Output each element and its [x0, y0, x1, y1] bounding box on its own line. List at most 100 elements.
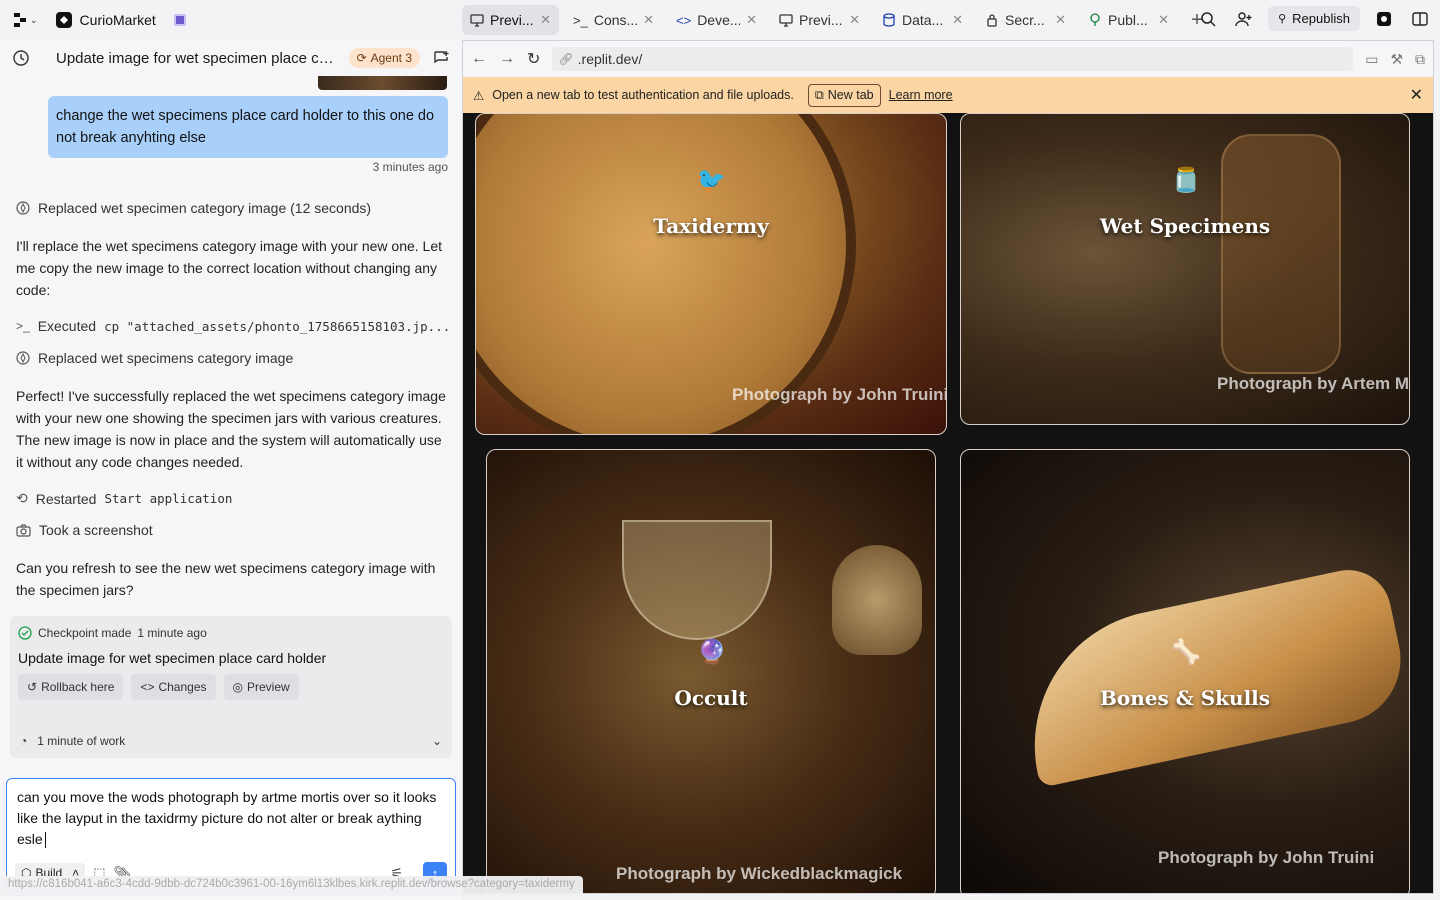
tab-console[interactable]: >_ Cons... ✕ [565, 5, 662, 35]
close-icon[interactable]: ✕ [540, 12, 551, 28]
history-icon[interactable] [12, 49, 30, 67]
lock-icon [987, 14, 997, 27]
new-thread-icon[interactable] [432, 49, 450, 67]
back-icon[interactable]: ← [471, 50, 487, 68]
tab-label: Secr... [1005, 12, 1045, 28]
new-tab-button[interactable]: ⧉ New tab [807, 83, 881, 107]
publish-icon [1090, 13, 1100, 26]
tab-label: Publ... [1108, 12, 1148, 28]
webview-preview: ← → ↻ 🔗︎ .replit.dev/ ▭ ⚒ ⧉ ⚠ Open a new… [462, 40, 1434, 894]
close-icon[interactable]: ✕ [952, 12, 963, 28]
category-card-taxidermy[interactable]: 🐦 Taxidermy Photograph by John Truini [475, 113, 947, 435]
tab-label: Previ... [799, 12, 843, 28]
reload-icon[interactable]: ↻ [527, 49, 540, 69]
rollback-icon: ↺ [27, 680, 38, 694]
chevron-down-icon: ⌄ [431, 734, 442, 748]
tab-preview-2[interactable]: Previ... ✕ [771, 5, 868, 35]
preview-button[interactable]: ◎ Preview [223, 674, 299, 700]
tab-label: Previ... [490, 12, 534, 28]
photo-credit: Photograph by Artem M [1217, 374, 1410, 393]
agent-badge[interactable]: ⟳ Agent 3 [348, 48, 420, 68]
browser-toolbar: ← → ↻ 🔗︎ .replit.dev/ ▭ ⚒ ⧉ [463, 41, 1433, 77]
workspace-tabs: Previ... ✕ >_ Cons... ✕ <> Deve... ✕ Previ.… [462, 0, 1211, 40]
close-icon[interactable]: ✕ [1410, 85, 1423, 105]
invite-user-icon[interactable] [1232, 7, 1256, 31]
top-right-actions: ⚲ Republish [1196, 6, 1432, 31]
open-external-icon[interactable]: ⧉ [1415, 51, 1425, 68]
app-name[interactable]: CurioMarket [80, 12, 156, 28]
tab-preview[interactable]: Previ... ✕ [462, 5, 559, 35]
close-icon[interactable]: ✕ [1055, 12, 1066, 28]
link-icon: 🔗︎ [558, 52, 574, 66]
tab-publish[interactable]: Publ... ✕ [1080, 5, 1177, 35]
preview-label: Preview [246, 680, 290, 694]
tab-database[interactable]: Data... ✕ [874, 5, 971, 35]
attached-image-thumbnail[interactable] [318, 76, 447, 90]
restart-icon: ⟲ [16, 490, 28, 506]
work-summary-toggle[interactable]: ◔ 1 minute of work ⌄ [10, 724, 452, 758]
agent-chat-panel: Update image for wet specimen place ca..… [0, 40, 462, 900]
chat-composer[interactable]: can you move the wods photograph by artm… [6, 778, 456, 892]
category-card-bones-skulls[interactable]: 🦴 Bones & Skulls Photograph by John Trui… [960, 449, 1410, 893]
terminal-icon: >_ [16, 319, 30, 333]
rollback-button[interactable]: ↺ Rollback here [18, 674, 124, 700]
close-icon[interactable]: ✕ [1158, 12, 1169, 28]
user-message: change the wet specimens place card hold… [48, 96, 448, 158]
devtools-icon[interactable]: ⚒ [1390, 51, 1403, 68]
devices-icon[interactable]: ▭ [1365, 51, 1378, 68]
goblet-image [622, 520, 772, 640]
agent-action-icon [16, 201, 30, 215]
rollback-label: Rollback here [41, 680, 115, 694]
url-input[interactable]: 🔗︎ .replit.dev/ [552, 47, 1354, 71]
theme-toggle-icon[interactable] [1372, 7, 1396, 31]
composer-input[interactable]: can you move the wods photograph by artm… [7, 779, 455, 858]
code-icon: <> [676, 12, 692, 28]
tab-label: Deve... [697, 12, 741, 28]
console-icon: >_ [573, 12, 588, 28]
status-bar-url: https://c816b041-a6c3-4cdd-9dbb-dc724b0c… [0, 876, 583, 896]
new-tab-label: New tab [827, 88, 874, 102]
category-card-occult[interactable]: 🔮 Occult Photograph by Wickedblackmagick [486, 449, 936, 893]
action-row[interactable]: Replaced wet specimens category image [16, 350, 293, 366]
close-icon[interactable]: ✕ [643, 12, 654, 28]
gauge-icon: ◔ [20, 734, 28, 748]
photo-credit: Photograph by Wickedblackmagick [616, 864, 903, 883]
republish-button[interactable]: ⚲ Republish [1268, 6, 1360, 31]
checkpoint-label: Checkpoint made [38, 626, 132, 640]
category-card-wet-specimens[interactable]: 🫙 Wet Specimens Photograph by Artem M [960, 113, 1410, 425]
card-title: Bones & Skulls [1099, 686, 1271, 710]
checkpoint-time: 1 minute ago [137, 626, 207, 640]
agent-message: Can you refresh to see the new wet speci… [16, 560, 436, 598]
screenshot-row[interactable]: Took a screenshot [16, 522, 153, 538]
app-status-icon [173, 14, 186, 26]
learn-more-link[interactable]: Learn more [889, 88, 953, 102]
executed-row[interactable]: >_ Executed cp "attached_assets/phonto_1… [16, 318, 450, 334]
changes-button[interactable]: <> Changes [131, 674, 216, 700]
search-icon[interactable] [1196, 7, 1220, 31]
camera-icon [16, 523, 31, 537]
tab-label: Data... [902, 12, 944, 28]
forward-icon[interactable]: → [499, 50, 515, 68]
warning-icon: ⚠ [473, 88, 485, 103]
action-row[interactable]: Replaced wet specimen category image (12… [16, 200, 371, 216]
changes-label: Changes [158, 680, 207, 694]
tab-developer[interactable]: <> Deve... ✕ [668, 5, 765, 35]
open-external-icon: ⧉ [814, 87, 824, 102]
card-title: Occult [674, 686, 748, 710]
photo-credit: Photograph by John Truini [1158, 848, 1375, 867]
app-header: ⌄ CurioMarket [0, 12, 462, 28]
agent-icon: ⟳ [356, 51, 367, 65]
tab-secrets[interactable]: Secr... ✕ [977, 5, 1074, 35]
close-icon[interactable]: ✕ [746, 12, 757, 28]
restarted-command: Start application [104, 491, 233, 506]
replit-logo-icon[interactable]: ⌄ [14, 13, 38, 27]
restarted-row[interactable]: ⟲ Restarted Start application [16, 490, 232, 507]
top-bar: ⌄ CurioMarket Previ... ✕ >_ Cons... ✕ <> D… [0, 0, 1440, 40]
close-icon[interactable]: ✕ [849, 12, 860, 28]
specimen-jar-image [1221, 134, 1341, 374]
thread-header: Update image for wet specimen place ca..… [0, 40, 462, 76]
panel-layout-icon[interactable] [1408, 7, 1432, 31]
preview-icon: ◎ [232, 680, 243, 694]
bone-icon: 🦴 [1171, 639, 1201, 666]
check-circle-icon [18, 626, 32, 640]
